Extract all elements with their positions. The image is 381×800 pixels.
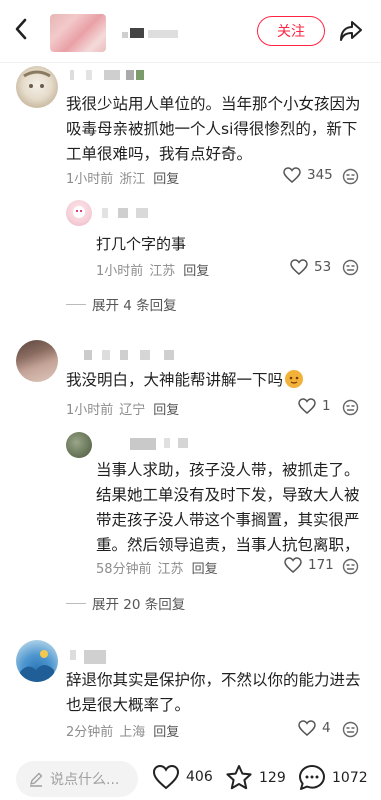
dislike-icon[interactable] — [342, 259, 359, 276]
comment-location: 浙江 — [119, 172, 146, 187]
reply-button[interactable]: 回复 — [153, 721, 179, 740]
author-username[interactable] — [122, 26, 202, 40]
like-button[interactable]: 171 — [284, 557, 334, 573]
dislike-icon[interactable] — [342, 168, 359, 185]
reply-text: 打几个字的事 — [96, 235, 187, 253]
like-count: 4 — [322, 720, 331, 736]
expand-replies-button[interactable]: 展开 4 条回复 — [66, 294, 177, 314]
heart-icon — [152, 764, 180, 790]
comment-meta: 2分钟前 上海 回复 — [66, 721, 179, 740]
comment-location: 上海 — [119, 725, 146, 740]
collect-count: 129 — [259, 769, 286, 786]
expand-line — [66, 303, 86, 305]
comment-time: 2分钟前 — [66, 725, 114, 740]
author-avatar[interactable] — [50, 14, 106, 52]
like-button[interactable]: 1 — [298, 398, 331, 414]
header-divider — [0, 62, 381, 63]
avatar[interactable] — [16, 66, 58, 108]
like-post-button[interactable]: 406 — [152, 764, 213, 790]
reply-location: 江苏 — [157, 562, 184, 577]
avatar[interactable] — [16, 340, 58, 382]
comment-meta: 1小时前 浙江 回复 — [66, 168, 179, 187]
comment-bubble-icon — [299, 765, 325, 790]
comment-input[interactable]: 说点什么... — [16, 761, 138, 797]
star-icon — [226, 765, 252, 790]
like-post-count: 406 — [186, 769, 213, 785]
collect-button[interactable]: 129 — [225, 764, 286, 791]
like-count: 53 — [314, 259, 332, 275]
comment-location: 辽宁 — [119, 403, 146, 418]
comment-username[interactable] — [70, 650, 130, 664]
bottom-action-bar: 说点什么... 406 129 1072 — [0, 756, 381, 800]
follow-button[interactable]: 关注 — [257, 16, 325, 46]
avatar[interactable] — [66, 432, 92, 458]
comment-text: 辞退你其实是保护你，不然以你的能力进去也是很大概率了。 — [66, 671, 361, 714]
expand-label: 展开 4 条回复 — [92, 298, 177, 314]
reply-location: 江苏 — [149, 264, 176, 279]
comment-input-placeholder: 说点什么... — [50, 772, 120, 788]
expand-replies-button[interactable]: 展开 20 条回复 — [66, 593, 185, 613]
reply-meta: 58分钟前 江苏 回复 — [96, 558, 218, 577]
back-arrow-icon[interactable] — [10, 16, 32, 42]
expand-label: 展开 20 条回复 — [92, 597, 186, 613]
like-count: 1 — [322, 398, 331, 414]
dislike-icon[interactable] — [342, 721, 359, 738]
reply-time: 58分钟前 — [96, 562, 152, 577]
reply-button[interactable]: 回复 — [192, 558, 218, 577]
comment-time: 1小时前 — [66, 403, 114, 418]
comment-time: 1小时前 — [66, 172, 114, 187]
dislike-icon[interactable] — [342, 399, 359, 416]
reply-text: 当事人求助，孩子没人带，被抓走了。结果她工单没有及时下发，导致大人被带走孩子没人… — [96, 461, 360, 554]
comment-text: 我没明白，大神能帮讲解一下吗 — [66, 368, 366, 393]
heart-icon — [283, 167, 301, 183]
like-button[interactable]: 53 — [290, 259, 331, 275]
like-count: 171 — [308, 557, 334, 573]
avatar[interactable] — [16, 640, 58, 682]
comment-button[interactable]: 1072 — [298, 764, 368, 791]
comment-text-content: 我没明白，大神能帮讲解一下吗 — [66, 371, 284, 389]
comment-text: 我很少站用人单位的。当年那个小女孩因为吸毒母亲被抓她一个人si得很惨烈的，新下工… — [66, 95, 361, 163]
like-count: 345 — [307, 167, 333, 183]
comment-meta: 1小时前 辽宁 回复 — [66, 399, 179, 418]
share-icon[interactable] — [338, 18, 364, 44]
pencil-icon — [30, 772, 43, 787]
top-bar: 关注 — [0, 0, 381, 62]
cat-emoji-icon — [285, 370, 304, 388]
reply-username[interactable] — [102, 208, 162, 218]
heart-icon — [284, 557, 302, 573]
heart-icon — [298, 398, 316, 414]
reply-time: 1小时前 — [96, 264, 144, 279]
comment-username[interactable] — [84, 350, 194, 360]
expand-line — [66, 602, 86, 604]
comment-count: 1072 — [332, 769, 368, 786]
reply-button[interactable]: 回复 — [153, 168, 179, 187]
heart-icon — [298, 720, 316, 736]
heart-icon — [290, 259, 308, 275]
reply-meta: 1小时前 江苏 回复 — [96, 260, 209, 279]
like-button[interactable]: 345 — [283, 167, 333, 183]
reply-button[interactable]: 回复 — [183, 260, 209, 279]
reply-username[interactable] — [130, 438, 210, 450]
reply-button[interactable]: 回复 — [153, 399, 179, 418]
avatar[interactable] — [66, 200, 92, 226]
dislike-icon[interactable] — [342, 558, 359, 575]
like-button[interactable]: 4 — [298, 720, 331, 736]
comment-username[interactable] — [70, 70, 150, 80]
